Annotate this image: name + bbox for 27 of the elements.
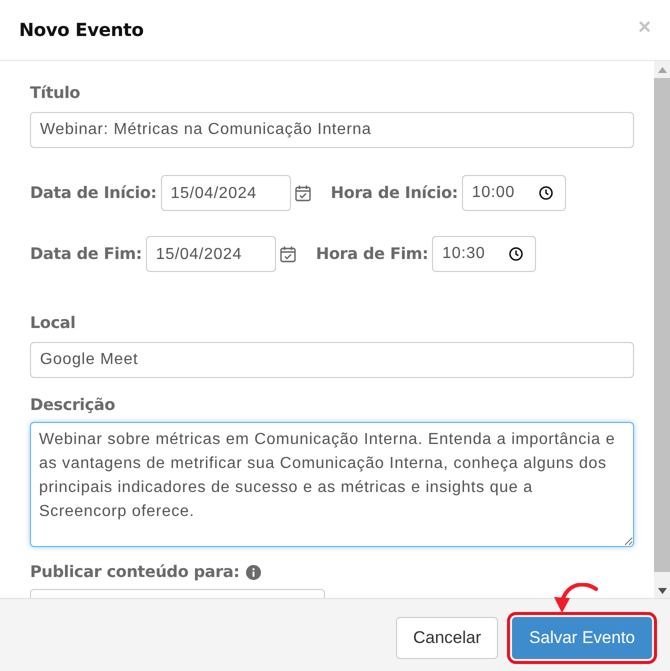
date-field[interactable]: 15/04/2024 — [146, 236, 276, 272]
scroll-down-icon[interactable] — [658, 588, 666, 594]
calendar-icon[interactable] — [294, 184, 312, 202]
location-field[interactable]: Google Meet — [30, 342, 634, 378]
field-label: Publicar conteúdo para: — [30, 561, 240, 583]
field-label: Hora de Início: — [330, 182, 458, 204]
field-label: Local — [30, 312, 76, 333]
field-label: Título — [30, 82, 82, 103]
field-label: Data de Fim: — [30, 243, 142, 265]
field-label: Hora de Fim: — [316, 243, 428, 265]
action-button[interactable]: Cancelar — [396, 617, 498, 659]
calendar-icon[interactable] — [278, 245, 297, 263]
time-field[interactable]: 10:30 — [432, 236, 536, 272]
time-value: 10:30 — [442, 244, 486, 264]
field-label: Descrição — [30, 394, 116, 415]
time-value: 10:00 — [472, 183, 515, 203]
time-field[interactable]: 10:00 — [462, 175, 566, 211]
date-field[interactable]: 15/04/2024 — [160, 175, 291, 211]
field-label: Data de Início: — [30, 182, 157, 204]
description-field[interactable]: Webinar sobre métricas em Comunicação Interna. Entenda a importância e as vantagens de metrificar sua Comunicação Interna, conheça alguns dos principais indicadores de sucesso e as métricas e insights que a Screencorp oferece. — [30, 422, 634, 547]
info-icon[interactable] — [246, 564, 260, 580]
date-value: 15/04/2024 — [156, 244, 242, 264]
clock-icon[interactable] — [538, 186, 553, 200]
date-value: 15/04/2024 — [170, 184, 257, 204]
title-field[interactable]: Webinar: Métricas na Comunicação Interna — [30, 112, 634, 148]
clock-icon[interactable] — [509, 247, 524, 261]
modal-title: Novo Evento — [19, 18, 144, 42]
